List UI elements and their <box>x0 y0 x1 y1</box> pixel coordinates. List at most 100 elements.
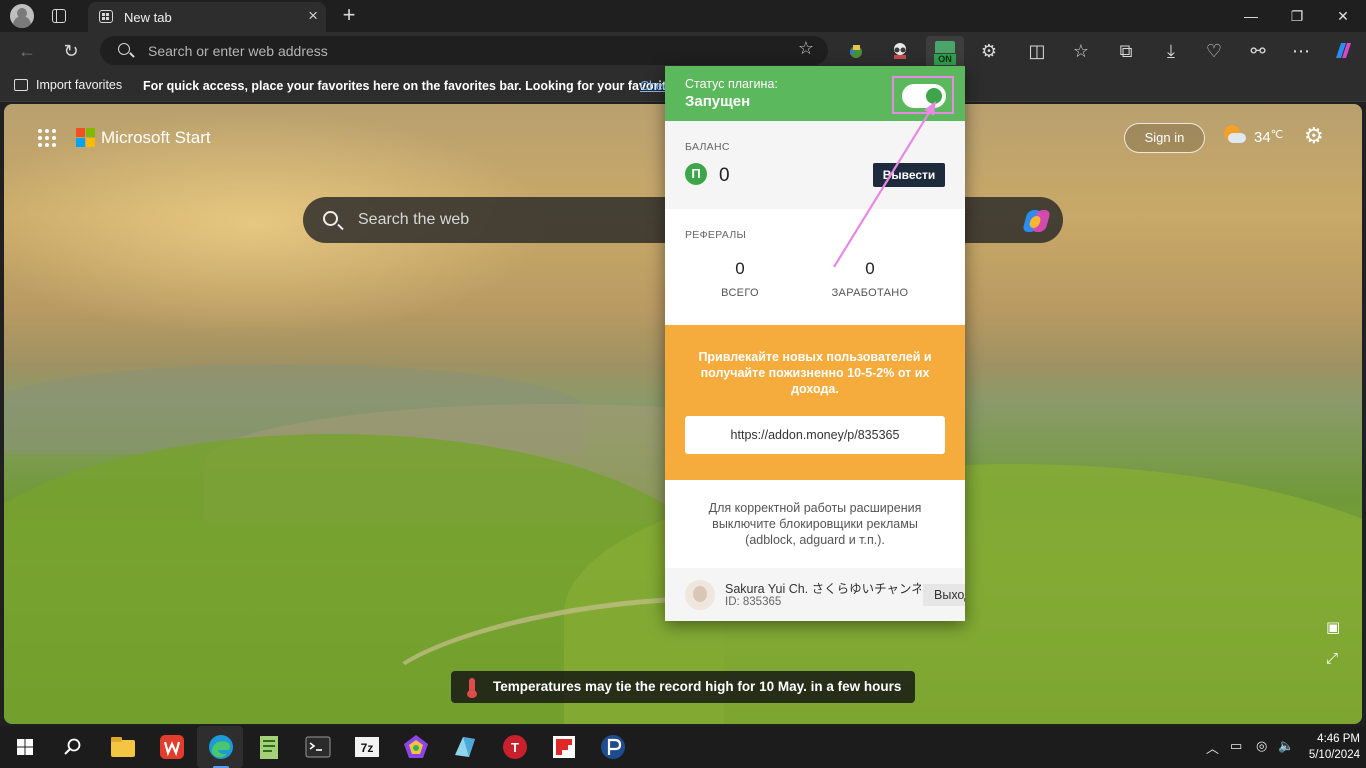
promo-text: Привлекайте новых пользователей и получа… <box>698 350 932 396</box>
weather-temperature[interactable]: 34℃ <box>1254 128 1283 146</box>
edge-taskbar-slot[interactable] <box>197 726 243 768</box>
extension-popup: Статус плагина: Запущен БАЛАНС П 0 Вывес… <box>665 66 965 621</box>
microsoft-edge-icon[interactable] <box>207 733 235 768</box>
user-section: Sakura Yui Ch. さくらゆいチャンネル ID: 835365 Вых… <box>665 568 965 621</box>
addon-money-extension-button[interactable]: ON <box>926 36 964 70</box>
user-id: ID: 835365 <box>725 596 782 608</box>
referrals-total: 0 ВСЕГО <box>690 259 790 299</box>
more-icon[interactable]: ⋯ <box>1288 38 1314 64</box>
news-ticker-text: Temperatures may tie the record high for… <box>493 679 902 694</box>
favorites-icon[interactable]: ☆ <box>1068 38 1094 64</box>
notepad-plus-plus-icon[interactable] <box>255 733 283 761</box>
referrals-earned: 0 ЗАРАБОТАНО <box>820 259 920 299</box>
back-icon[interactable]: ← <box>14 38 40 64</box>
taskbar-clock[interactable]: 4:46 PM 5/10/2024 <box>1298 731 1360 763</box>
refresh-icon[interactable]: ↻ <box>58 38 84 64</box>
microsoft-start-title: Microsoft Start <box>101 128 211 147</box>
adblock-note-text: Для корректной работы расширения выключи… <box>708 501 922 547</box>
logout-button[interactable]: Выход <box>923 584 965 606</box>
extension-box-icon <box>935 41 955 53</box>
volume-icon[interactable]: 🔈 <box>1278 738 1294 754</box>
p-app-icon[interactable] <box>599 733 627 761</box>
windows-taskbar: 7z T ︿ ▭ ◎ 🔈 4:46 PM 5/10/2024 <box>0 726 1366 768</box>
referral-link-field[interactable]: https://addon.money/p/835365 <box>685 416 945 454</box>
new-tab-page-icon <box>99 10 113 23</box>
title-bar: New tab × + — ❐ ✕ <box>0 0 1366 32</box>
extension-on-badge: ON <box>934 54 956 65</box>
browser-toolbar: ← ↻ ☆ ON ⚙ ◫ ☆ ⧉ ⤓ ♡ ⚯ ⋯ <box>0 32 1366 70</box>
apps-launcher-icon[interactable] <box>38 129 56 147</box>
background-image-icon[interactable]: ▣ <box>1326 618 1340 636</box>
new-tab-button[interactable]: + <box>338 2 360 28</box>
clock-time: 4:46 PM <box>1317 733 1360 745</box>
address-input[interactable] <box>148 40 768 61</box>
clock-date: 5/10/2024 <box>1308 749 1360 761</box>
referrals-earned-value: 0 <box>865 259 875 278</box>
search-icon <box>323 211 338 226</box>
import-favorites-label: Import favorites <box>36 78 123 92</box>
profile-sync-icon[interactable]: ⚯ <box>1245 38 1271 64</box>
plugin-status-value: Запущен <box>685 93 751 110</box>
copilot-search-icon[interactable] <box>1022 208 1051 234</box>
copilot-icon[interactable] <box>1330 38 1356 64</box>
minimize-button[interactable]: — <box>1228 0 1274 32</box>
flipboard-app-icon[interactable] <box>550 733 578 761</box>
address-bar[interactable]: ☆ <box>100 36 828 65</box>
weather-partly-cloudy-icon[interactable] <box>1222 124 1246 148</box>
withdraw-button[interactable]: Вывести <box>873 163 945 187</box>
network-icon[interactable]: ◎ <box>1256 738 1267 754</box>
temperature-value: 34 <box>1254 129 1271 146</box>
terminal-icon[interactable] <box>304 733 332 761</box>
user-name: Sakura Yui Ch. さくらゆいチャンネル <box>725 582 921 596</box>
referrals-total-label: ВСЕГО <box>721 287 759 299</box>
7zip-icon[interactable]: 7z <box>353 733 381 761</box>
start-button[interactable] <box>2 726 48 768</box>
browser-essentials-icon[interactable]: ♡ <box>1201 38 1227 64</box>
balance-title: БАЛАНС <box>685 141 730 153</box>
add-favorite-star-icon[interactable]: ☆ <box>798 38 814 59</box>
balance-value: 0 <box>719 165 730 186</box>
extension-icon-2[interactable] <box>887 38 913 64</box>
collections-icon[interactable]: ⧉ <box>1113 38 1139 64</box>
tab-new-tab[interactable]: New tab × <box>88 2 326 32</box>
plugin-status-header: Статус плагина: Запущен <box>665 66 965 121</box>
downloads-icon[interactable]: ⤓ <box>1158 38 1184 64</box>
microsoft-logo-icon <box>76 128 96 148</box>
tray-app-icon[interactable]: ▭ <box>1230 738 1242 754</box>
adblock-note-section: Для корректной работы расширения выключи… <box>665 480 965 568</box>
extensions-icon[interactable]: ⚙ <box>976 38 1002 64</box>
search-icon <box>118 43 130 55</box>
plugin-status-toggle[interactable] <box>902 84 946 108</box>
plugin-status-label: Статус плагина: <box>685 77 778 91</box>
file-explorer-icon[interactable] <box>109 733 137 761</box>
tab-actions-icon[interactable] <box>48 6 70 26</box>
referrals-earned-label: ЗАРАБОТАНО <box>831 287 909 299</box>
profile-avatar[interactable] <box>10 4 34 28</box>
maximize-button[interactable]: ❐ <box>1274 0 1320 32</box>
pentagon-app-icon[interactable] <box>402 733 430 761</box>
t-app-icon[interactable]: T <box>501 733 529 761</box>
referrals-section: РЕФЕРАЛЫ 0 ВСЕГО 0 ЗАРАБОТАНО <box>665 209 965 325</box>
sign-in-button[interactable]: Sign in <box>1124 123 1205 153</box>
expand-icon[interactable]: ⤢ <box>1326 650 1338 667</box>
extension-icon-1[interactable] <box>843 38 869 64</box>
referrals-total-value: 0 <box>735 259 745 278</box>
tab-close-button[interactable]: × <box>308 7 318 24</box>
wps-office-icon[interactable] <box>158 733 186 761</box>
user-avatar <box>685 580 715 610</box>
split-screen-icon[interactable]: ◫ <box>1024 38 1050 64</box>
page-settings-gear-icon[interactable]: ⚙ <box>1304 124 1324 148</box>
favorites-bar-message: For quick access, place your favorites h… <box>143 79 688 93</box>
balance-section: БАЛАНС П 0 Вывести <box>665 121 965 209</box>
import-favorites-button[interactable]: Import favorites <box>14 78 122 92</box>
temperature-unit: ℃ <box>1270 129 1284 141</box>
news-ticker[interactable]: Temperatures may tie the record high for… <box>451 671 915 703</box>
currency-coin-icon: П <box>685 163 707 185</box>
close-window-button[interactable]: ✕ <box>1320 0 1366 32</box>
show-hidden-icons-chevron[interactable]: ︿ <box>1206 738 1219 757</box>
tab-title: New tab <box>124 10 172 25</box>
web-search-placeholder: Search the web <box>358 211 470 228</box>
referral-promo-section: Привлекайте новых пользователей и получа… <box>665 325 965 480</box>
search-taskbar-button[interactable] <box>50 726 96 768</box>
prism-app-icon[interactable] <box>451 733 479 761</box>
